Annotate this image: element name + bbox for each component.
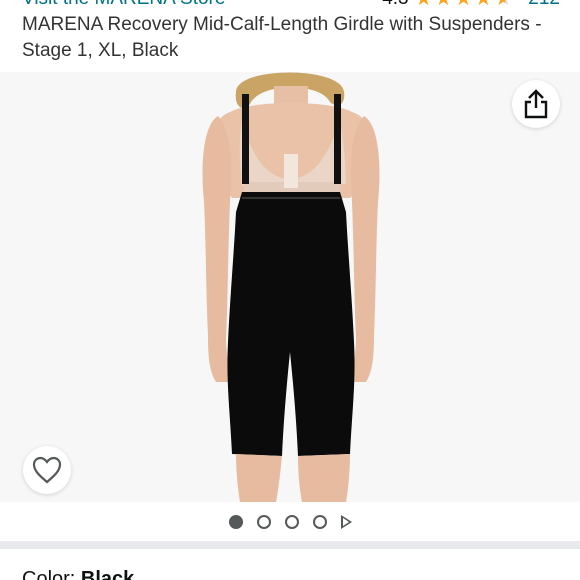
product-title: MARENA Recovery Mid-Calf-Length Girdle w… [22,14,542,61]
rating-value: 4.3 [382,0,408,10]
section-divider [0,541,580,549]
product-image-gallery[interactable] [0,72,580,502]
star-icon: ★ [474,0,492,9]
product-image [202,72,380,502]
star-icon: ★ [435,0,453,9]
star-icon: ★ [415,0,433,9]
image-dot-4[interactable] [312,515,327,529]
add-to-wishlist-button[interactable] [23,446,71,494]
heart-icon [32,456,62,484]
review-count-link[interactable]: 212 [528,0,560,10]
color-selector-label: Color: Black [22,568,134,580]
image-dot-3[interactable] [284,515,299,529]
share-icon [524,89,548,119]
image-dot-1[interactable] [228,515,243,529]
image-pagination [0,503,580,541]
store-rating-row: Visit the MARENA Store 4.3 ★ ★ ★ ★ ★★ 21… [0,0,580,10]
star-icon: ★ [454,0,472,9]
color-label: Color: [22,568,76,580]
rating-summary[interactable]: 4.3 ★ ★ ★ ★ ★★ 212 [382,0,560,10]
video-play-icon[interactable] [340,515,352,529]
star-half-icon: ★★ [494,0,512,9]
visit-store-link[interactable]: Visit the MARENA Store [22,0,225,10]
share-button[interactable] [512,80,560,128]
star-rating: ★ ★ ★ ★ ★★ [415,0,513,9]
color-value: Black [80,568,135,580]
image-dot-2[interactable] [256,515,271,529]
